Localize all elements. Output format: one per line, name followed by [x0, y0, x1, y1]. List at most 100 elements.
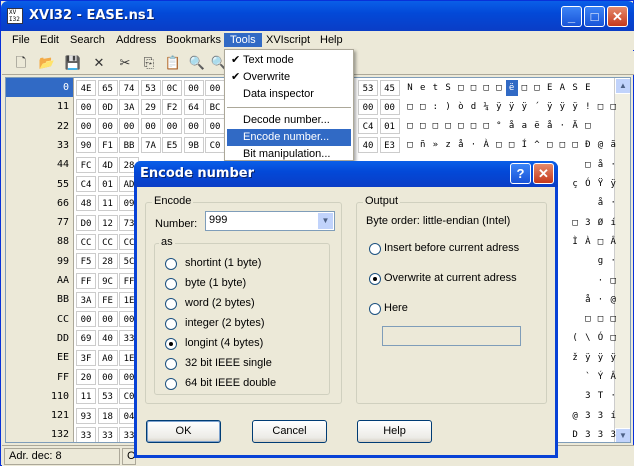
char-cell[interactable]: ÿ [607, 350, 619, 366]
char-cell[interactable]: □ [455, 118, 467, 134]
find-icon[interactable]: 🔍 [188, 54, 206, 72]
hex-byte-cell[interactable]: 3A [119, 98, 139, 115]
char-cell[interactable]: □ [506, 137, 518, 153]
char-cell[interactable]: · [468, 137, 480, 153]
char-cell[interactable]: í [607, 408, 619, 424]
char-cell[interactable]: □ [404, 137, 416, 153]
char-cell[interactable]: □ [404, 99, 416, 115]
hex-byte-cell[interactable]: 9B [183, 137, 204, 154]
hex-byte-cell[interactable]: FF [76, 272, 96, 289]
radio-word[interactable] [165, 298, 177, 310]
char-cell[interactable]: ! [582, 99, 594, 115]
char-cell[interactable]: □ [595, 99, 607, 115]
char-cell[interactable]: 3 [607, 427, 619, 442]
char-cell[interactable]: □ [518, 80, 530, 96]
hex-byte-cell[interactable]: BB [119, 137, 139, 154]
char-cell[interactable]: @ [569, 408, 581, 424]
char-cell[interactable]: □ [531, 80, 543, 96]
hex-byte-cell[interactable]: 53 [358, 79, 378, 96]
ok-button[interactable]: OK [146, 420, 221, 443]
char-cell[interactable]: □ [595, 234, 607, 250]
hex-byte-cell[interactable]: 33 [97, 426, 118, 442]
hex-byte-cell[interactable]: FE [97, 291, 118, 308]
hex-byte-cell[interactable]: 53 [97, 388, 118, 405]
dialog-close-icon[interactable]: ✕ [533, 163, 554, 184]
char-cell[interactable]: å [506, 118, 518, 134]
char-cell[interactable]: □ [442, 118, 454, 134]
hex-byte-cell[interactable]: 00 [97, 118, 118, 135]
maximize-button[interactable]: □ [584, 6, 605, 27]
hex-byte-cell[interactable]: 20 [76, 369, 96, 385]
menu-bookmarks[interactable]: Bookmarks [160, 33, 227, 47]
radio-overwrite[interactable] [369, 273, 381, 285]
char-cell[interactable]: À [480, 137, 492, 153]
char-cell[interactable]: · [607, 157, 619, 173]
menu-item-bit-manipulation[interactable]: Bit manipulation... [227, 146, 351, 160]
char-cell[interactable]: ` [582, 369, 594, 385]
menu-item-overwrite[interactable]: ✔ Overwrite [227, 69, 351, 86]
char-cell[interactable]: □ [582, 311, 594, 327]
new-icon[interactable]: 🗋 [12, 54, 30, 72]
hex-byte-cell[interactable]: D0 [76, 214, 96, 231]
char-cell[interactable]: 3 [595, 408, 607, 424]
char-cell[interactable]: □ [404, 118, 416, 134]
char-cell[interactable]: ^ [531, 137, 543, 153]
hex-byte-cell[interactable]: 18 [97, 407, 118, 424]
char-cell[interactable]: Â [607, 234, 619, 250]
hex-byte-cell[interactable]: 4E [76, 79, 96, 96]
hex-byte-cell[interactable]: 00 [97, 311, 118, 328]
dialog-title-bar[interactable]: Encode number ? ✕ [134, 161, 558, 187]
char-cell[interactable]: E [544, 80, 556, 96]
here-input[interactable] [382, 326, 521, 346]
radio-shortint[interactable] [165, 258, 177, 270]
hex-byte-cell[interactable]: F1 [97, 137, 118, 154]
char-cell[interactable]: · [607, 253, 619, 269]
hex-byte-cell[interactable]: 28 [97, 253, 118, 270]
menu-item-encode-number[interactable]: Encode number... [227, 129, 351, 146]
char-cell[interactable]: · [607, 388, 619, 404]
char-cell[interactable]: ´ [531, 99, 543, 115]
char-cell[interactable]: S [442, 80, 454, 96]
delete-icon[interactable]: ✕ [90, 54, 108, 72]
char-cell[interactable]: ÿ [518, 99, 530, 115]
menu-file[interactable]: File [6, 33, 36, 47]
char-cell[interactable]: □ [429, 118, 441, 134]
char-cell[interactable]: T [595, 388, 607, 404]
char-cell[interactable]: å [544, 118, 556, 134]
hex-byte-cell[interactable]: 00 [76, 311, 96, 328]
scroll-up-arrow-icon[interactable]: ▲ [615, 78, 630, 94]
menu-search[interactable]: Search [64, 33, 111, 47]
char-cell[interactable]: å [582, 292, 594, 308]
char-cell[interactable]: ÿ [506, 99, 518, 115]
char-cell[interactable]: A [556, 80, 568, 96]
char-cell[interactable]: ã [607, 137, 619, 153]
chevron-down-icon[interactable]: ▼ [317, 212, 334, 230]
menu-item-text-mode[interactable]: ✔ Text mode [227, 52, 351, 69]
app-icon[interactable]: XV I32 [7, 8, 23, 24]
hex-byte-cell[interactable]: 00 [162, 118, 182, 135]
char-cell[interactable]: □ [480, 80, 492, 96]
hex-byte-cell[interactable]: 4D [97, 156, 118, 173]
minimize-button[interactable]: _ [561, 6, 582, 27]
char-cell[interactable]: □ [468, 118, 480, 134]
hex-byte-cell[interactable]: 7A [140, 137, 161, 154]
char-cell[interactable]: e [417, 80, 429, 96]
char-cell[interactable]: S [569, 80, 581, 96]
copy-icon[interactable]: ⎘ [140, 54, 158, 72]
menu-item-decode-number[interactable]: Decode number... [227, 112, 351, 129]
char-cell[interactable]: □ [595, 311, 607, 327]
char-cell[interactable]: ç [569, 176, 581, 192]
hex-byte-cell[interactable]: 11 [76, 388, 96, 405]
hex-byte-cell[interactable]: E5 [162, 137, 182, 154]
char-cell[interactable]: ò [455, 99, 467, 115]
char-cell[interactable]: □ [417, 118, 429, 134]
char-cell[interactable]: N [404, 80, 416, 96]
char-cell[interactable]: □ [607, 99, 619, 115]
char-cell[interactable]: ° [493, 118, 505, 134]
char-cell[interactable]: Ä [569, 118, 581, 134]
char-cell[interactable]: À [582, 234, 594, 250]
char-cell[interactable]: Ø [595, 215, 607, 231]
radio-here[interactable] [369, 303, 381, 315]
char-cell[interactable]: ë [531, 118, 543, 134]
char-cell[interactable]: 3 [595, 427, 607, 442]
